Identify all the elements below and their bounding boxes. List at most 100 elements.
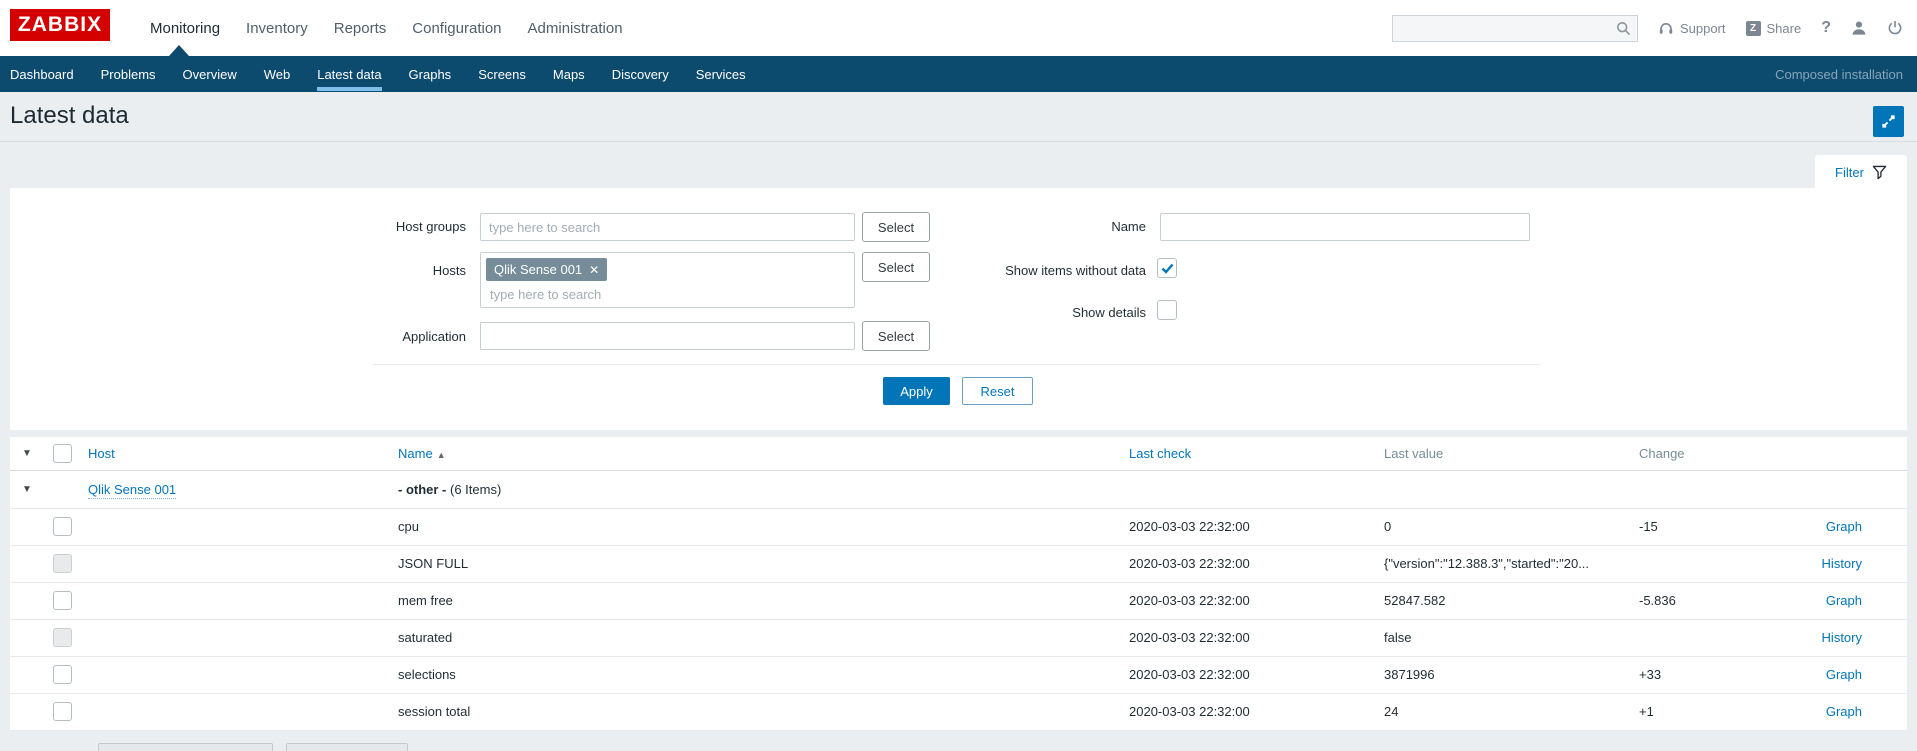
name-filter-input[interactable] (1160, 213, 1530, 241)
item-last-check: 2020-03-03 22:32:00 (1119, 619, 1374, 656)
support-link[interactable]: Support (1658, 21, 1726, 36)
item-last-value: 52847.582 (1374, 582, 1629, 619)
share-link[interactable]: Z Share (1746, 21, 1802, 36)
subnav-overview[interactable]: Overview (183, 56, 237, 92)
item-last-check: 2020-03-03 22:32:00 (1119, 656, 1374, 693)
fullscreen-icon (1880, 113, 1897, 130)
graph-link[interactable]: Graph (1826, 519, 1862, 534)
search-input[interactable] (1399, 16, 1609, 41)
item-name: mem free (388, 582, 1119, 619)
item-last-check: 2020-03-03 22:32:00 (1119, 545, 1374, 582)
history-link[interactable]: History (1822, 556, 1862, 571)
active-nav-pointer (169, 45, 189, 56)
apply-button[interactable]: Apply (883, 377, 950, 405)
hosts-multiselect[interactable]: Qlik Sense 001 ✕ type here to search (480, 252, 855, 308)
filter-tab[interactable]: Filter (1815, 155, 1907, 189)
user-icon (1851, 20, 1867, 36)
host-groups-select-button[interactable]: Select (862, 212, 930, 242)
nav-administration[interactable]: Administration (528, 20, 623, 37)
collapse-all-icon[interactable]: ▼ (10, 437, 45, 470)
search-icon[interactable] (1616, 21, 1631, 36)
row-checkbox[interactable] (53, 591, 72, 610)
subnav-web[interactable]: Web (264, 56, 291, 92)
hosts-placeholder: type here to search (490, 287, 601, 302)
item-name: JSON FULL (388, 545, 1119, 582)
main-nav: Monitoring Inventory Reports Configurati… (150, 0, 623, 56)
row-checkbox[interactable] (53, 665, 72, 684)
display-stacked-graph-button[interactable] (98, 743, 273, 751)
nav-inventory[interactable]: Inventory (246, 20, 308, 37)
item-last-value: {"version":"12.388.3","started":"20... (1374, 545, 1629, 582)
host-groups-input[interactable] (480, 213, 855, 241)
show-details-checkbox[interactable] (1157, 300, 1177, 320)
logout-button[interactable] (1887, 20, 1903, 36)
table-header-row: ▼ Host Name▲ Last check Last value Chang… (10, 437, 1907, 470)
subnav-maps[interactable]: Maps (553, 56, 585, 92)
header-host[interactable]: Host (88, 446, 115, 461)
power-icon (1887, 20, 1903, 36)
row-checkbox[interactable] (53, 517, 72, 536)
application-input[interactable] (480, 322, 855, 350)
subnav-problems[interactable]: Problems (101, 56, 156, 92)
header-name[interactable]: Name (398, 446, 433, 461)
name-filter-label: Name (946, 219, 1146, 234)
help-button[interactable]: ? (1821, 19, 1831, 37)
select-all-checkbox[interactable] (53, 444, 72, 463)
graph-link[interactable]: Graph (1826, 593, 1862, 608)
host-link[interactable]: Qlik Sense 001 (88, 482, 176, 499)
display-graph-button[interactable] (286, 743, 408, 751)
chip-remove-icon[interactable]: ✕ (589, 263, 599, 277)
application-group-name: - other - (398, 482, 446, 497)
profile-button[interactable] (1851, 20, 1867, 36)
row-checkbox (53, 554, 72, 573)
latest-data-table: ▼ Host Name▲ Last check Last value Chang… (10, 437, 1907, 731)
zabbix-logo[interactable]: ZABBIX (10, 9, 110, 41)
show-items-checkbox[interactable] (1157, 258, 1177, 278)
nav-monitoring[interactable]: Monitoring (150, 20, 220, 37)
row-checkbox[interactable] (53, 702, 72, 721)
filter-tab-label: Filter (1835, 165, 1864, 180)
filter-panel: Host groups Select Name Hosts Qlik Sense… (10, 188, 1907, 430)
top-bar: ZABBIX Monitoring Inventory Reports Conf… (0, 0, 1917, 56)
host-group-row: ▼ Qlik Sense 001 - other - (6 Items) (10, 470, 1907, 508)
table-row: session total 2020-03-03 22:32:00 24 +1 … (10, 693, 1907, 730)
graph-link[interactable]: Graph (1826, 704, 1862, 719)
subnav-dashboard[interactable]: Dashboard (10, 56, 74, 92)
show-items-label: Show items without data (946, 263, 1146, 278)
table-row: cpu 2020-03-03 22:32:00 0 -15 Graph (10, 508, 1907, 545)
item-last-value: 3871996 (1374, 656, 1629, 693)
fullscreen-button[interactable] (1873, 106, 1904, 137)
filter-divider (373, 364, 1540, 365)
filter-funnel-icon (1872, 165, 1887, 180)
subnav-discovery[interactable]: Discovery (612, 56, 669, 92)
item-last-check: 2020-03-03 22:32:00 (1119, 582, 1374, 619)
header-change: Change (1629, 437, 1789, 470)
nav-configuration[interactable]: Configuration (412, 20, 501, 37)
subnav-latest-data[interactable]: Latest data (317, 56, 381, 92)
graph-link[interactable]: Graph (1826, 667, 1862, 682)
collapse-group-icon[interactable]: ▼ (10, 470, 45, 508)
table-row: selections 2020-03-03 22:32:00 3871996 +… (10, 656, 1907, 693)
headset-icon (1658, 21, 1674, 36)
item-change: +33 (1629, 656, 1789, 693)
global-search[interactable] (1392, 15, 1638, 42)
item-last-value: 24 (1374, 693, 1629, 730)
history-link[interactable]: History (1822, 630, 1862, 645)
item-last-value: 0 (1374, 508, 1629, 545)
application-select-button[interactable]: Select (862, 321, 930, 351)
item-name: session total (388, 693, 1119, 730)
subnav-graphs[interactable]: Graphs (409, 56, 452, 92)
nav-reports[interactable]: Reports (334, 20, 387, 37)
host-chip-label: Qlik Sense 001 (494, 262, 582, 277)
show-details-label: Show details (946, 305, 1146, 320)
table-row: mem free 2020-03-03 22:32:00 52847.582 -… (10, 582, 1907, 619)
subnav-screens[interactable]: Screens (478, 56, 526, 92)
topbar-actions: Support Z Share ? (1392, 0, 1903, 56)
reset-button[interactable]: Reset (962, 377, 1033, 405)
item-change (1629, 545, 1789, 582)
page-header: Latest data (0, 92, 1917, 142)
subnav-services[interactable]: Services (696, 56, 746, 92)
header-last-check[interactable]: Last check (1129, 446, 1191, 461)
hosts-select-button[interactable]: Select (862, 252, 930, 282)
support-label: Support (1680, 21, 1726, 36)
